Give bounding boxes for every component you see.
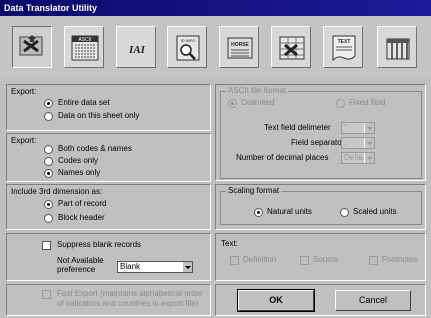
entire-data-set-radio[interactable] xyxy=(44,99,53,108)
text-delim-value: " xyxy=(344,123,347,132)
ascii-icon-text: ASCII xyxy=(78,37,91,43)
names-only-radio[interactable] xyxy=(44,169,53,178)
iai-icon-text: IAI xyxy=(128,44,146,56)
codes-only-label: Codes only xyxy=(58,156,99,165)
export-scope-panel: Export: Entire data set Data on this she… xyxy=(6,84,211,131)
text-options-panel: Text: Definition Source Footnotes xyxy=(215,233,426,281)
ascii-file-icon: ASCII xyxy=(71,35,99,61)
part-of-record-label: Part of record xyxy=(58,199,107,208)
actions-panel: OK Cancel xyxy=(215,284,426,316)
export-sheet-icon xyxy=(279,36,305,60)
window-title: Data Translator Utility xyxy=(0,0,431,16)
delimited-radio[interactable] xyxy=(228,99,237,108)
pointer-tool-button[interactable] xyxy=(12,26,52,68)
decimals-select[interactable]: Default xyxy=(341,152,375,164)
text-delim-label: Text field delimeter xyxy=(264,123,331,132)
field-sep-label: Field separator xyxy=(291,138,345,147)
source-checkbox[interactable] xyxy=(300,256,309,265)
entire-data-set-label: Entire data set xyxy=(58,98,110,107)
export-scope-title: Export: xyxy=(11,87,37,96)
text-delim-select[interactable]: " xyxy=(341,122,375,134)
decimals-label: Number of decimal places xyxy=(236,153,329,162)
info-icon-text: ID INFO xyxy=(181,38,196,43)
field-sep-value: , xyxy=(344,138,347,147)
sheet-only-label: Data on this sheet only xyxy=(58,111,140,120)
both-codes-names-radio[interactable] xyxy=(44,145,53,154)
field-sep-select[interactable]: , xyxy=(341,137,375,149)
scaling-title: Scaling format xyxy=(226,186,282,196)
names-only-label: Names only xyxy=(58,168,101,177)
chevron-down-icon[interactable] xyxy=(364,138,374,148)
chevron-down-icon[interactable] xyxy=(364,123,374,133)
definition-label: Definition xyxy=(243,255,277,264)
iai-export-button[interactable]: IAI xyxy=(116,26,156,68)
text-file-icon: TEXT xyxy=(332,35,356,62)
delimited-label: Delimited xyxy=(241,98,275,107)
text-icon-text: TEXT xyxy=(338,39,351,45)
third-dimension-title: Include 3rd dimension as: xyxy=(11,187,103,196)
ascii-format-title: ASCII file format xyxy=(226,86,289,96)
natural-units-label: Natural units xyxy=(267,207,312,216)
cancel-button[interactable]: Cancel xyxy=(335,290,411,311)
na-preference-select[interactable]: Blank xyxy=(117,261,193,273)
na-preference-value: Blank xyxy=(120,262,141,271)
scaled-units-label: Scaled units xyxy=(353,207,397,216)
text-options-title: Text: xyxy=(221,239,238,248)
block-header-label: Block header xyxy=(58,213,105,222)
horse-export-button[interactable]: HORSE xyxy=(219,26,259,68)
chevron-down-icon[interactable] xyxy=(364,153,374,163)
ascii-format-panel: ASCII file format Delimited Fixed field … xyxy=(215,84,426,181)
definition-checkbox[interactable] xyxy=(230,256,239,265)
magnify-document-icon: ID INFO xyxy=(176,35,200,61)
horse-icon-text: HORSE xyxy=(231,42,249,48)
both-codes-names-label: Both codes & names xyxy=(58,144,132,153)
suppress-blank-label: Suppress blank records xyxy=(57,240,142,249)
export-content-panel: Export: Both codes & names Codes only Na… xyxy=(6,133,211,182)
pointer-tool-icon xyxy=(19,35,43,56)
scaled-units-radio[interactable] xyxy=(340,208,349,217)
horse-file-icon: HORSE xyxy=(227,37,253,59)
fixed-field-radio[interactable] xyxy=(336,99,345,108)
natural-units-radio[interactable] xyxy=(254,208,263,217)
fast-export-label-1: Fast Export (maintains alphabetical orde… xyxy=(57,289,203,298)
ok-button[interactable]: OK xyxy=(237,289,315,312)
chevron-down-icon[interactable] xyxy=(182,262,192,272)
sheet-export-button[interactable] xyxy=(271,26,311,68)
info-export-button[interactable]: ID INFO xyxy=(167,26,207,68)
export-content-title: Export: xyxy=(11,136,37,145)
text-export-button[interactable]: TEXT xyxy=(323,26,363,68)
suppress-panel: Suppress blank records Not Available pre… xyxy=(6,233,211,281)
columns-icon xyxy=(386,38,410,60)
fast-export-label-2: of indicators and countries in export fi… xyxy=(57,299,199,308)
footnotes-checkbox[interactable] xyxy=(369,256,378,265)
third-dimension-panel: Include 3rd dimension as: Part of record… xyxy=(6,184,211,230)
fast-export-checkbox[interactable] xyxy=(42,290,51,299)
footnotes-label: Footnotes xyxy=(382,255,418,264)
scaling-panel: Scaling format Natural units Scaled unit… xyxy=(215,184,426,230)
source-label: Source xyxy=(313,255,339,264)
block-header-radio[interactable] xyxy=(44,214,53,223)
iai-file-icon: IAI xyxy=(128,44,146,56)
fast-export-panel: Fast Export (maintains alphabetical orde… xyxy=(6,284,211,316)
columns-export-button[interactable] xyxy=(377,26,417,68)
suppress-blank-checkbox[interactable] xyxy=(42,241,51,250)
ascii-export-button[interactable]: ASCII xyxy=(64,26,104,68)
na-pref-label-2: preference xyxy=(57,265,96,274)
sheet-only-radio[interactable] xyxy=(44,112,53,121)
part-of-record-radio[interactable] xyxy=(44,200,53,209)
codes-only-radio[interactable] xyxy=(44,157,53,166)
fixed-field-label: Fixed field xyxy=(349,98,386,107)
toolbar: ASCII IAI ID INFO HORSE TEXT xyxy=(0,16,431,78)
